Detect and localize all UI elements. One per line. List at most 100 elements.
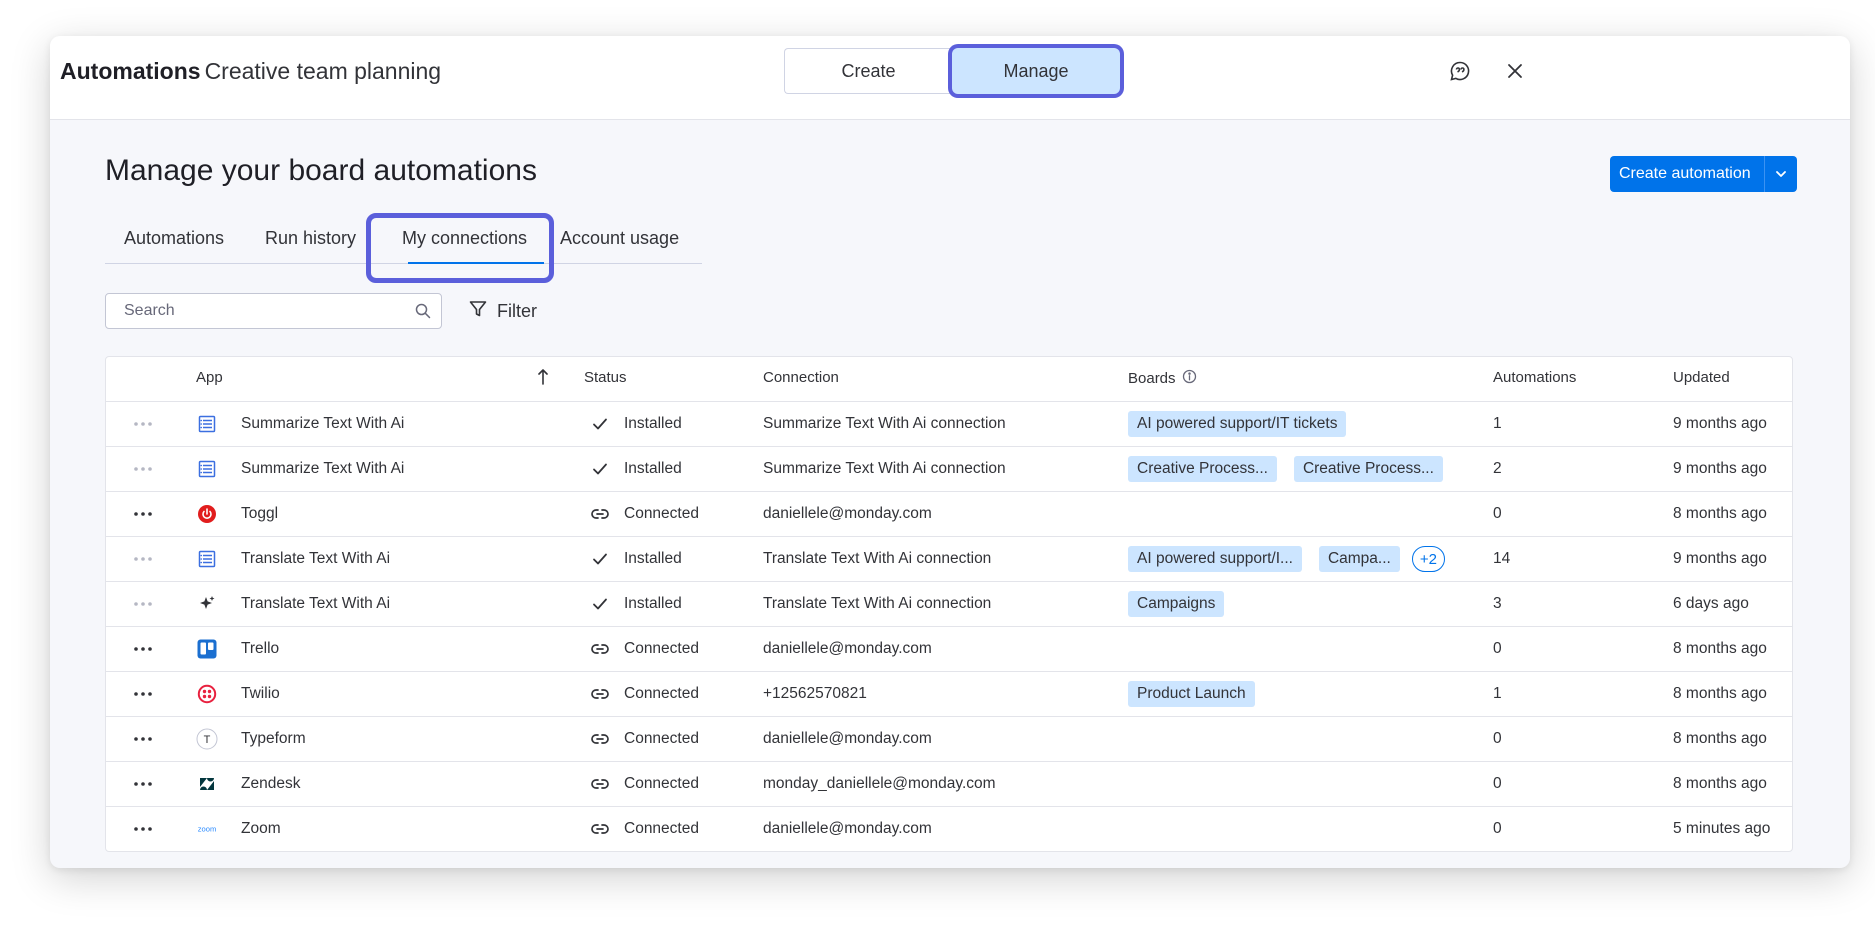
more-actions-icon[interactable] <box>128 582 158 626</box>
connection-name: Translate Text With Ai connection <box>763 595 992 612</box>
sparkle-icon <box>196 582 218 626</box>
mode-switch: Create Manage <box>784 48 1120 94</box>
link-icon <box>590 627 610 671</box>
board-tag[interactable]: Creative Process... <box>1128 456 1277 482</box>
more-boards-badge[interactable]: +2 <box>1411 546 1445 572</box>
table-row[interactable]: zoom Zoom Connected daniellele@monday.com 0 5… <box>106 807 1792 852</box>
more-actions-icon[interactable] <box>128 447 158 491</box>
sort-arrow-up-icon[interactable] <box>536 367 550 392</box>
more-actions-icon[interactable] <box>128 627 158 671</box>
brand-name: Automations <box>60 58 201 84</box>
check-icon <box>590 582 610 626</box>
connection-name: +12562570821 <box>763 685 867 702</box>
zendesk-icon <box>196 762 218 806</box>
tab-my-connections[interactable]: My connections <box>402 222 527 264</box>
close-icon[interactable] <box>1500 56 1530 86</box>
table-row[interactable]: Trello Connected daniellele@monday.com 0 8 m… <box>106 627 1792 672</box>
more-actions-icon[interactable] <box>128 537 158 581</box>
tab-account-usage[interactable]: Account usage <box>560 222 679 264</box>
search-input[interactable] <box>107 295 397 327</box>
filter-icon <box>468 299 488 324</box>
info-icon[interactable] <box>1182 369 1197 388</box>
tab-run-history[interactable]: Run history <box>265 222 356 264</box>
app-name: Summarize Text With Ai <box>241 460 405 477</box>
automations-count: 0 <box>1493 730 1502 747</box>
board-tag[interactable]: Campa... <box>1318 546 1400 572</box>
board-tag[interactable]: Product Launch <box>1128 681 1255 707</box>
automations-count: 1 <box>1493 415 1502 432</box>
trello-icon <box>196 627 218 671</box>
feedback-icon[interactable] <box>1445 56 1475 86</box>
app-name: Twilio <box>241 685 280 702</box>
app-name: Toggl <box>241 505 279 522</box>
board-tag[interactable]: AI powered support/I... <box>1128 546 1302 572</box>
connection-name: Translate Text With Ai connection <box>763 550 992 567</box>
table-row[interactable]: Twilio Connected +12562570821 Product Launc… <box>106 672 1792 717</box>
create-automation-split-button: Create automation <box>1610 156 1797 192</box>
table-row[interactable]: Summarize Text With Ai Installed Summarize… <box>106 402 1792 447</box>
column-automations[interactable]: Automations <box>1493 369 1576 386</box>
tab-automations[interactable]: Automations <box>124 222 224 264</box>
updated-time: 8 months ago <box>1673 730 1767 747</box>
app-name: Summarize Text With Ai <box>241 415 405 432</box>
list-icon <box>196 402 218 446</box>
column-boards-label: Boards <box>1128 370 1176 387</box>
list-icon <box>196 537 218 581</box>
more-actions-icon[interactable] <box>128 762 158 806</box>
table-row[interactable]: Toggl Connected daniellele@monday.com 0 8 mo… <box>106 492 1792 537</box>
column-connection[interactable]: Connection <box>763 369 839 386</box>
table-row[interactable]: Zendesk Connected monday_daniellele@monday… <box>106 762 1792 807</box>
connection-name: daniellele@monday.com <box>763 640 932 657</box>
manage-mode-button[interactable]: Manage <box>952 48 1120 94</box>
more-actions-icon[interactable] <box>128 807 158 851</box>
create-automation-button[interactable]: Create automation <box>1610 156 1765 192</box>
filter-button[interactable]: Filter <box>468 296 537 326</box>
automations-count: 1 <box>1493 685 1502 702</box>
updated-time: 5 minutes ago <box>1673 820 1771 837</box>
column-status[interactable]: Status <box>584 369 627 386</box>
twilio-icon <box>196 672 218 716</box>
updated-time: 9 months ago <box>1673 415 1767 432</box>
active-tab-indicator <box>408 262 544 264</box>
updated-time: 8 months ago <box>1673 685 1767 702</box>
chevron-down-icon[interactable] <box>1765 156 1797 192</box>
table-row[interactable]: Summarize Text With Ai Installed Summarize… <box>106 447 1792 492</box>
create-mode-button[interactable]: Create <box>784 48 952 94</box>
column-updated[interactable]: Updated <box>1673 369 1730 386</box>
board-tag[interactable]: AI powered support/IT tickets <box>1128 411 1347 437</box>
table-row[interactable]: Translate Text With Ai Installed Translate… <box>106 582 1792 627</box>
more-actions-icon[interactable] <box>128 717 158 761</box>
typeform-icon: T <box>196 717 218 761</box>
app-name: Trello <box>241 640 280 657</box>
link-icon <box>590 762 610 806</box>
table-row[interactable]: T Typeform Connected daniellele@monday.com 0… <box>106 717 1792 762</box>
connection-name: Summarize Text With Ai connection <box>763 415 1006 432</box>
table-row[interactable]: Translate Text With Ai Installed Translate… <box>106 537 1792 582</box>
more-actions-icon[interactable] <box>128 672 158 716</box>
more-actions-icon[interactable] <box>128 492 158 536</box>
updated-time: 9 months ago <box>1673 460 1767 477</box>
status-text: Installed <box>624 595 682 612</box>
modal-header: Automations Creative team planning Create… <box>50 36 1850 120</box>
updated-time: 9 months ago <box>1673 550 1767 567</box>
column-boards[interactable]: Boards <box>1128 369 1197 388</box>
more-actions-icon[interactable] <box>128 402 158 446</box>
board-tag[interactable]: Creative Process... <box>1293 456 1443 482</box>
app-name: Zoom <box>241 820 281 837</box>
boards-cell: Product Launch <box>1128 672 1255 716</box>
link-icon <box>590 717 610 761</box>
automations-count: 0 <box>1493 640 1502 657</box>
connection-name: daniellele@monday.com <box>763 730 932 747</box>
column-app[interactable]: App <box>196 369 223 386</box>
updated-time: 8 months ago <box>1673 640 1767 657</box>
tab-bar: Automations Run history My connections A… <box>105 222 702 264</box>
check-icon <box>590 402 610 446</box>
board-tag[interactable]: Campaigns <box>1128 591 1225 617</box>
svg-text:T: T <box>204 734 211 746</box>
status-text: Installed <box>624 415 682 432</box>
connection-name: daniellele@monday.com <box>763 820 932 837</box>
updated-time: 8 months ago <box>1673 775 1767 792</box>
board-name: Creative team planning <box>204 58 442 84</box>
table-header: App Status Connection Boards Automations… <box>106 357 1792 402</box>
link-icon <box>590 492 610 536</box>
